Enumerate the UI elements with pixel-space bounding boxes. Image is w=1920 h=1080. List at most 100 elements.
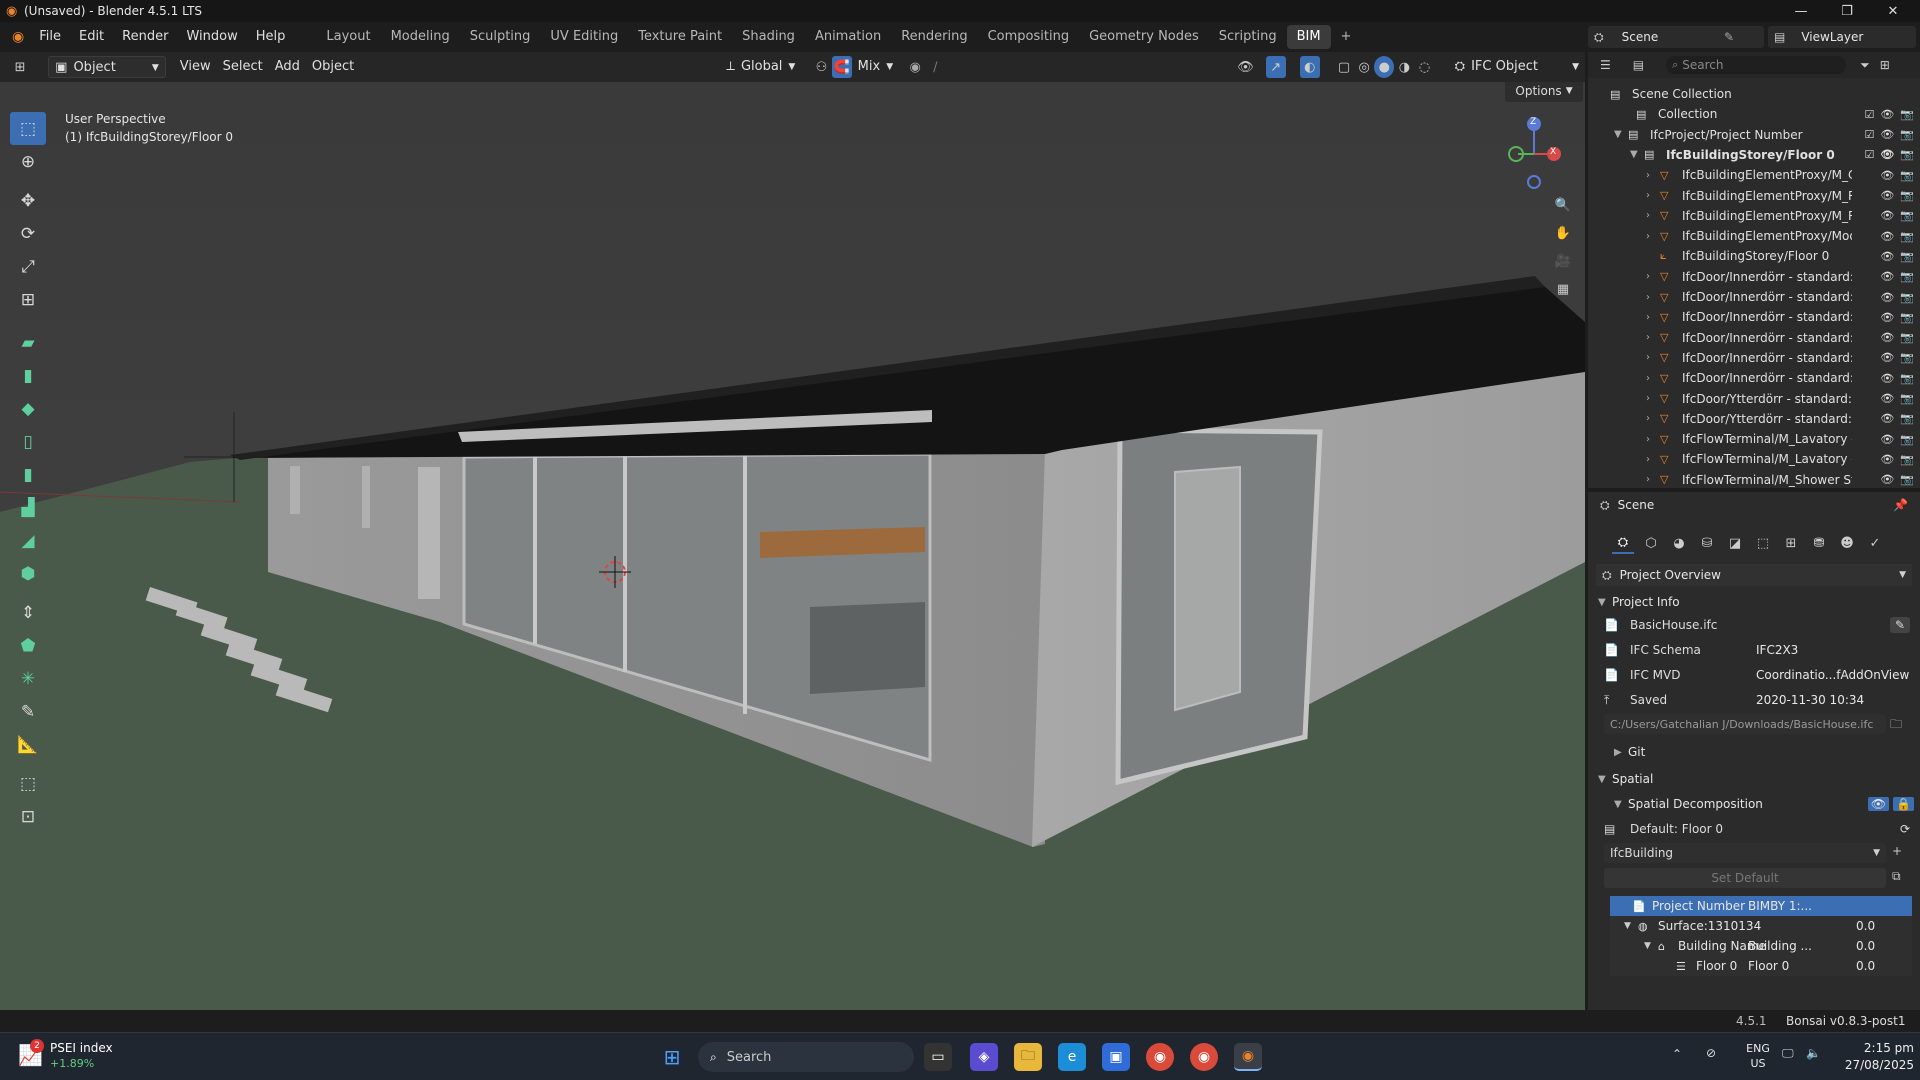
add-workspace-button[interactable]: + [1331,25,1362,49]
language-indicator[interactable]: ENG US [1738,1041,1778,1071]
bim-tool-3[interactable]: ◆ [10,392,46,425]
file-explorer-icon[interactable]: 🗀 [1014,1043,1042,1071]
annotate-tool[interactable]: ✎ [10,695,46,728]
tab-rendering[interactable]: Rendering [891,25,977,49]
expand-icon[interactable]: › [1646,312,1660,323]
outliner-search[interactable]: ⌕ Search [1666,56,1847,74]
bim-tool-1[interactable]: ▰ [10,326,46,359]
camera-icon[interactable]: 📷 [1900,270,1914,283]
expand-icon[interactable]: › [1646,292,1660,303]
camera-icon[interactable]: 📷 [1900,148,1914,161]
xray-icon[interactable]: ▢ [1334,56,1354,78]
solid-shading-icon[interactable]: ● [1374,56,1395,78]
eye-icon[interactable]: 👁 [1880,230,1894,243]
project-info-header[interactable]: ▼ Project Info [1598,590,1914,614]
checkbox-icon[interactable]: ☑ [1864,148,1874,161]
start-button[interactable]: ⊞ [658,1043,686,1071]
minimize-button[interactable]: — [1778,0,1824,22]
menu-window[interactable]: Window [177,22,246,52]
eye-icon[interactable]: 👁 [1880,433,1894,446]
camera-icon[interactable]: 📷 [1900,433,1914,446]
editor-type-icon[interactable]: ⊞ [10,56,30,78]
stock-widget[interactable]: 📈 2 PSEI index +1.89% [16,1039,166,1075]
pan-hand-icon[interactable]: ✋ [1552,222,1574,244]
outliner-row[interactable]: › ▽ IfcFlowTerminal/M_Lavatory - 👁 📷 [1588,449,1920,469]
panel-selector[interactable]: ⛭ Project Overview ▼ [1596,564,1912,586]
outliner-editor-icon[interactable]: ☰ [1600,58,1611,72]
expand-icon[interactable]: ▼ [1614,129,1628,140]
measure-tool[interactable]: 📐 [10,728,46,761]
options-button[interactable]: Options ▼ [1505,82,1583,102]
gizmo-toggle-icon[interactable]: ↗ [1265,56,1286,78]
chrome-profile-icon[interactable]: ◉ [1190,1043,1218,1071]
edit-icon[interactable]: ✎ [1889,617,1910,633]
camera-icon[interactable]: 📷 [1900,230,1914,243]
camera-icon[interactable]: 📷 [1900,331,1914,344]
collapse-icon[interactable]: ▼ [1624,921,1638,931]
outliner-row[interactable]: › ▽ IfcBuildingElementProxy/M_R 👁 📷 [1588,206,1920,226]
material-shading-icon[interactable]: ◑ [1394,56,1414,78]
collapse-icon[interactable]: ▼ [1644,941,1658,951]
eye-icon[interactable]: 👁 [1880,453,1894,466]
chrome-icon[interactable]: ◉ [1146,1043,1174,1071]
add-icon[interactable]: + [1892,844,1902,858]
tab-modeling[interactable]: Modeling [381,25,460,49]
bim-tool-8[interactable]: ⬢ [10,557,46,590]
outliner-row[interactable]: ▼ ▤ IfcBuildingStorey/Floor 0 ☑ 👁 📷 [1588,145,1920,165]
camera-icon[interactable]: 📷 [1900,291,1914,304]
bim-tool-2[interactable]: ▮ [10,359,46,392]
extra-tool[interactable]: ⊡ [10,800,46,833]
eye-icon[interactable]: 👁 [1880,250,1894,263]
ifc-mode-dropdown[interactable]: ⛭ IFC Object Mode ▼ [1449,56,1585,96]
copy-icon[interactable]: ⧉ [1892,869,1901,884]
scale-tool[interactable]: ⤢ [10,250,46,283]
camera-icon[interactable]: 📷 [1900,108,1914,121]
select-box-tool[interactable]: ⬚ [10,112,46,145]
camera-icon[interactable]: 📷 [1900,453,1914,466]
snap-toggle-icon[interactable]: 🧲 [831,56,852,78]
close-window-button[interactable]: ✕ [1870,0,1916,22]
outliner-row[interactable]: ⟀ IfcBuildingStorey/Floor 0 👁 📷 [1588,246,1920,266]
eye-icon[interactable]: 👁 [1880,209,1894,222]
menu-render[interactable]: Render [113,22,177,52]
transform-tool[interactable]: ⊞ [10,283,46,316]
expand-icon[interactable]: › [1646,170,1660,181]
refresh-icon[interactable]: ⟳ [1900,822,1910,836]
tray-chevron-icon[interactable]: ⌃ [1672,1047,1682,1061]
camera-icon[interactable]: 📷 [1900,412,1914,425]
tab-geometry[interactable]: ◕ [1668,532,1690,554]
tab-services[interactable]: ⬚ [1752,532,1774,554]
bim-tool-6[interactable]: ▟ [10,491,46,524]
navigation-gizmo[interactable]: Z X [1500,112,1570,192]
outliner-row[interactable]: › ▽ IfcBuildingElementProxy/M_C 👁 📷 [1588,165,1920,185]
expand-icon[interactable]: › [1646,434,1660,445]
maximize-button[interactable]: ❐ [1824,0,1870,22]
volume-icon[interactable]: 🔈 [1806,1046,1821,1060]
falloff-icon[interactable]: ∕ [925,56,945,78]
expand-icon[interactable]: › [1646,210,1660,221]
set-default-button[interactable]: Set Default [1604,868,1886,888]
spatial-tree-row[interactable]: ▼ ◍ Surface:1310134 0.0 [1610,916,1912,936]
camera-icon[interactable]: 📷 [1900,473,1914,486]
task-view-icon[interactable]: ▭ [924,1043,952,1071]
filter-icon[interactable]: ⏷ [1860,58,1870,73]
rotate-tool[interactable]: ⟳ [10,217,46,250]
tab-materials[interactable]: ⛁ [1696,532,1718,554]
camera-icon[interactable]: 🎥 [1552,250,1574,272]
spatial-decomposition-header[interactable]: ▼ Spatial Decomposition 👁 🔒 [1614,792,1914,816]
outliner-row[interactable]: › ▽ IfcFlowTerminal/M_Shower St 👁 📷 [1588,470,1920,488]
expand-icon[interactable]: › [1646,332,1660,343]
store-icon[interactable]: ▣ [1102,1043,1130,1071]
eye-icon[interactable]: 👁 [1880,372,1894,385]
add-cube-tool[interactable]: ⬚ [10,767,46,800]
outliner-row[interactable]: › ▽ IfcDoor/Ytterdörr - standard:D 👁 📷 [1588,409,1920,429]
outliner-row[interactable]: ▤ Collection ☑ 👁 📷 [1588,104,1920,124]
tray-app-icon[interactable]: ⊘ [1706,1046,1716,1060]
3d-viewport[interactable]: User Perspective (1) IfcBuildingStorey/F… [0,82,1585,1010]
zoom-icon[interactable]: 🔍 [1552,194,1574,216]
tab-sculpting[interactable]: Sculpting [460,25,541,49]
expand-icon[interactable]: › [1646,413,1660,424]
edge-icon[interactable]: e [1058,1043,1086,1071]
menu-file[interactable]: File [30,22,70,52]
tab-project-overview[interactable]: ⛭ [1612,532,1634,554]
